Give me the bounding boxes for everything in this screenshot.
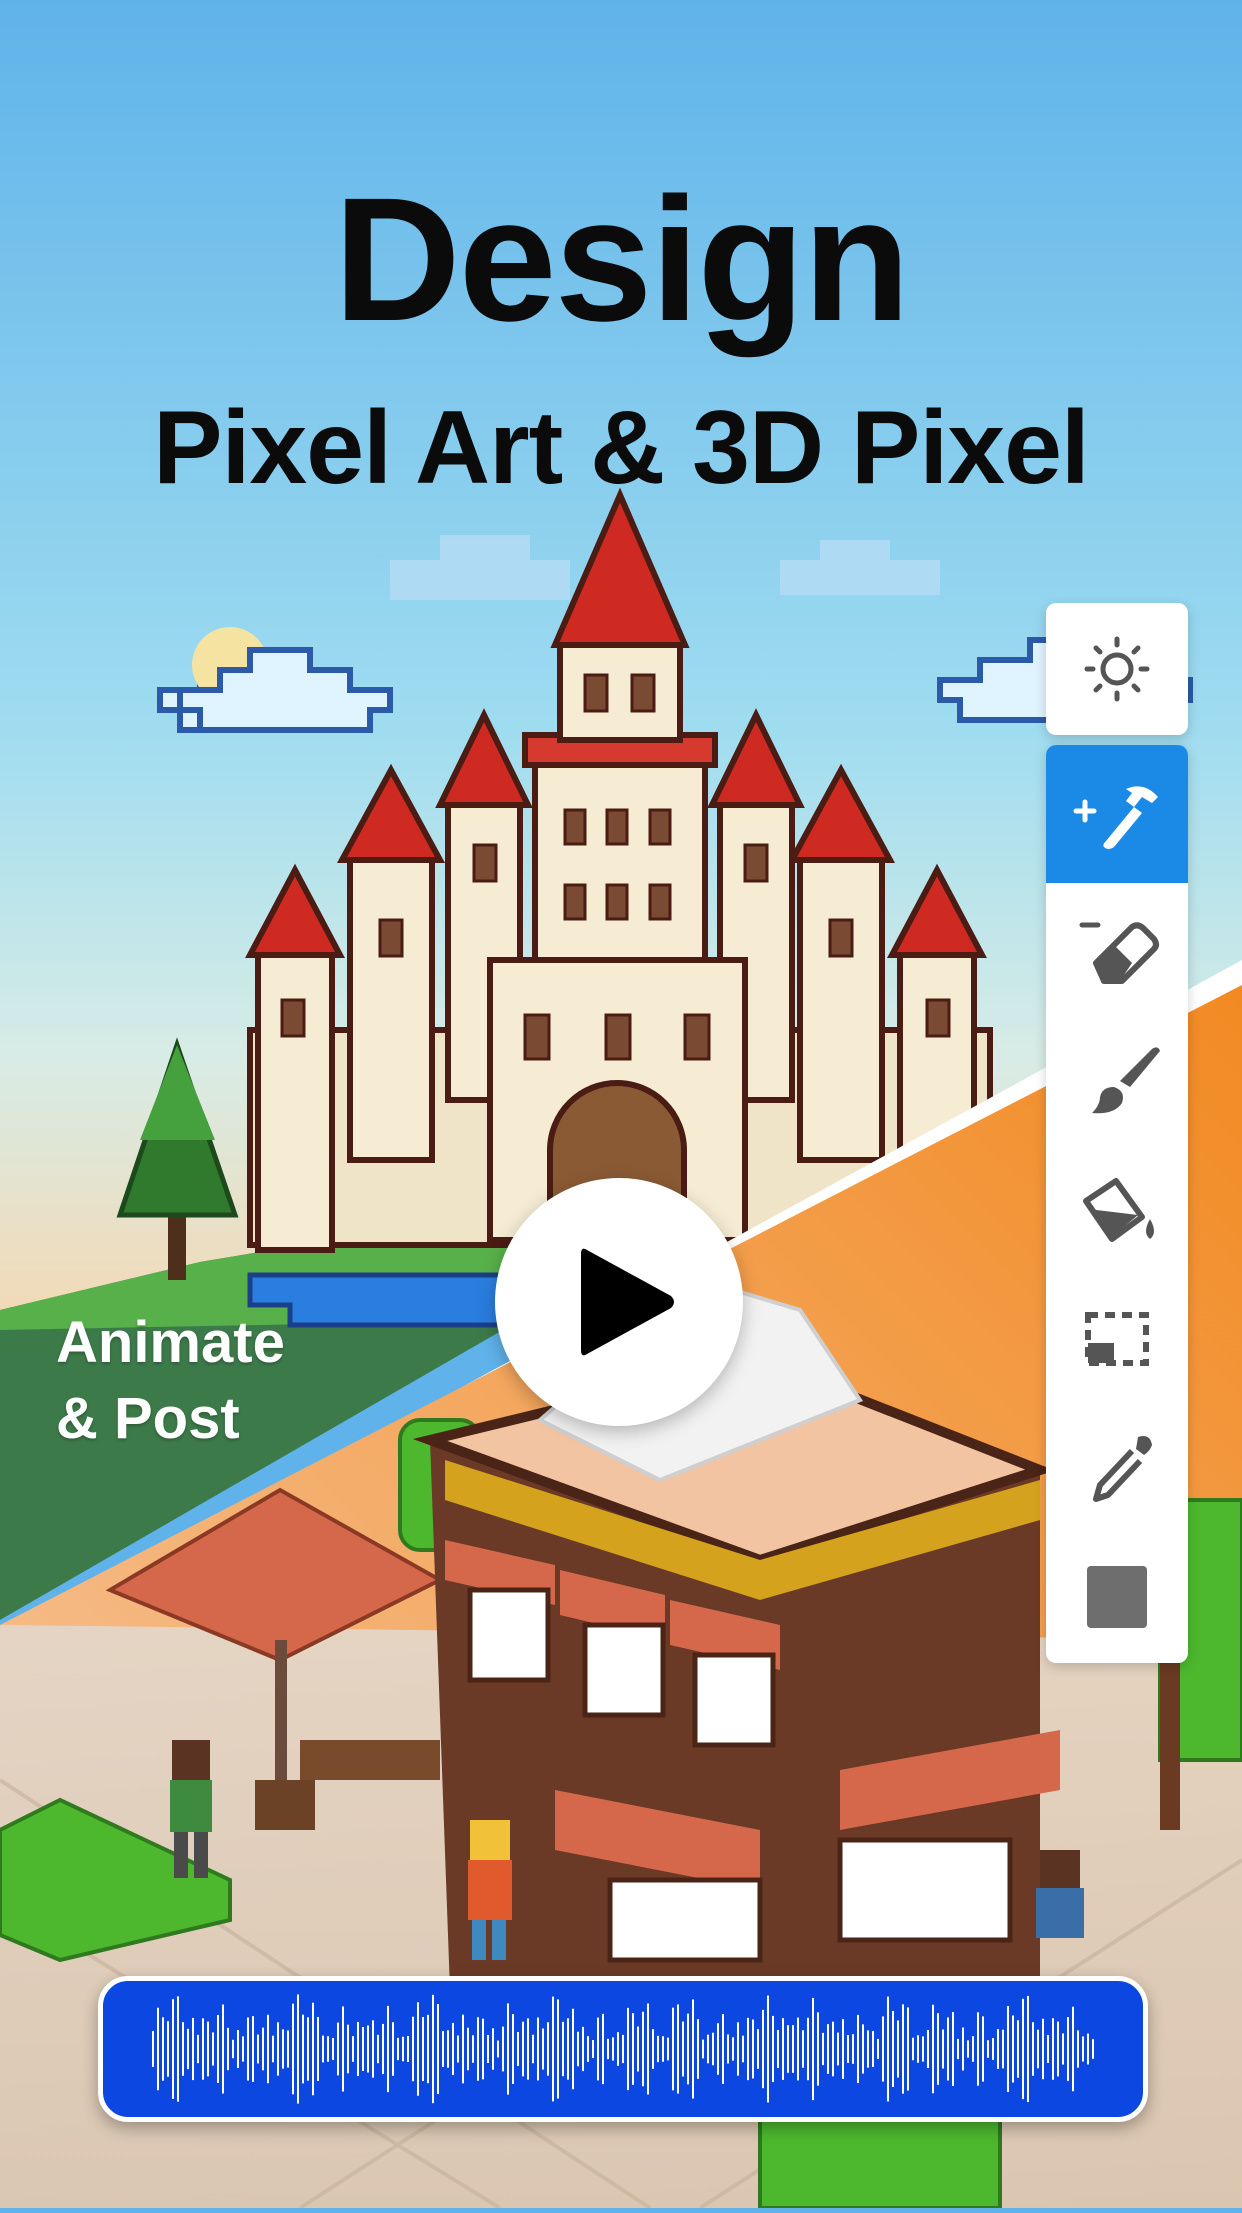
audio-waveform-bar[interactable]	[98, 1976, 1148, 2122]
color-swatch-button[interactable]	[1046, 1533, 1188, 1663]
play-button[interactable]	[495, 1178, 743, 1426]
page-subtitle: Pixel Art & 3D Pixel	[153, 390, 1090, 506]
eraser-tool[interactable]	[1046, 883, 1188, 1013]
select-tool[interactable]	[1046, 1273, 1188, 1403]
brightness-button[interactable]	[1046, 603, 1188, 735]
fill-tool[interactable]	[1046, 1143, 1188, 1273]
selection-icon	[1085, 1312, 1149, 1366]
animate-caption: Animate & Post	[56, 1305, 285, 1457]
caption-line-1: Animate	[56, 1310, 285, 1375]
paint-bucket-icon	[1083, 1178, 1154, 1242]
tool-list	[1046, 745, 1188, 1663]
brush-icon	[1092, 1047, 1160, 1114]
play-icon	[581, 1248, 674, 1356]
add-voxel-tool[interactable]	[1046, 745, 1188, 883]
page-title: Design	[333, 162, 911, 358]
eyedropper-tool[interactable]	[1046, 1403, 1188, 1533]
eraser-icon	[1079, 922, 1159, 984]
sun-icon	[1084, 636, 1150, 702]
brush-tool[interactable]	[1046, 1013, 1188, 1143]
eyedropper-icon	[1093, 1436, 1152, 1502]
tool-palette	[1046, 603, 1188, 1663]
waveform-icon	[152, 1994, 1094, 2104]
color-swatch-icon	[1087, 1566, 1147, 1628]
caption-line-2: & Post	[56, 1386, 240, 1451]
add-hammer-icon	[1073, 786, 1158, 849]
